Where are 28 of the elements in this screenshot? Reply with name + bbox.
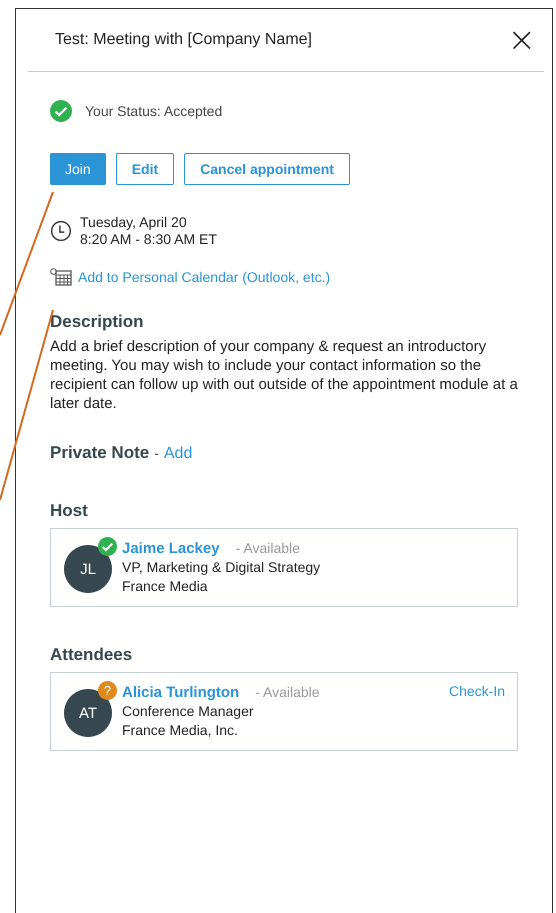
action-button[interactable]: Cancel appointment xyxy=(184,153,350,185)
check-in-link[interactable]: Check-In xyxy=(448,683,505,699)
availability-text: - Available xyxy=(236,539,300,558)
person-name-link[interactable]: Alicia Turlington xyxy=(122,683,240,702)
availability-text: - Available xyxy=(255,683,320,702)
join-button[interactable]: Join xyxy=(50,153,106,185)
avatar: JL xyxy=(64,545,112,593)
person-name-link[interactable]: Jaime Lackey xyxy=(122,539,220,558)
person-company: France Media xyxy=(122,577,209,596)
clock-icon xyxy=(50,220,72,242)
section-heading: Host xyxy=(50,501,89,521)
meeting-date: Tuesday, April 20 xyxy=(80,214,188,231)
status-text: Your Status: Accepted xyxy=(85,103,222,119)
action-button[interactable]: Edit xyxy=(116,153,174,185)
dialog-title: Test: Meeting with [Company Name] xyxy=(55,31,312,49)
person-title: VP, Marketing & Digital Strategy xyxy=(122,558,320,577)
meeting-time: 8:20 AM - 8:30 AM ET xyxy=(80,231,217,248)
person-title: Conference Manager xyxy=(122,702,255,721)
add-note-link[interactable]: Add xyxy=(164,445,192,463)
section-heading: Description xyxy=(50,312,145,332)
section-heading: Attendees xyxy=(50,645,134,665)
section-heading: Private Note xyxy=(50,443,150,463)
description-text: Add a brief description of your company & request an introductory meeting. You may wish to include your contact information so the recipient can follow up with out outside of the appointment module at a later date. xyxy=(50,337,518,413)
calendar-icon xyxy=(50,268,72,286)
person-company: France Media, Inc. xyxy=(122,721,239,740)
add-to-calendar-link[interactable]: Add to Personal Calendar (Outlook, etc.) xyxy=(78,269,330,285)
separator-text: - xyxy=(154,445,159,461)
close-button[interactable]: × xyxy=(500,23,544,57)
